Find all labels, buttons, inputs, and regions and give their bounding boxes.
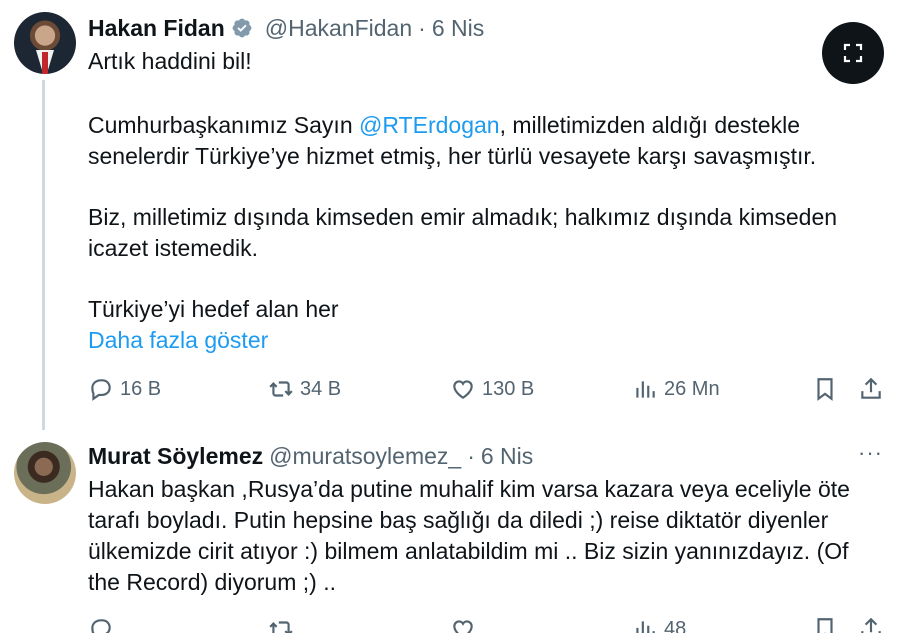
author-handle[interactable]: @HakanFidan — [265, 15, 412, 42]
tweet-text-line: Biz, milletimiz dışında kimseden emir al… — [88, 204, 838, 230]
separator: · — [467, 442, 475, 469]
reply-icon — [91, 619, 111, 633]
tweet-header: Hakan Fidan @HakanFidan · 6 Nis — [88, 14, 484, 42]
tweet-text-line: the Record) diyorum ;) .. — [88, 569, 336, 595]
tweet-actions: 16 B 34 B 130 B 26 Mn — [88, 376, 888, 406]
tweet-text-line: Türkiye’yi hedef alan her — [88, 296, 339, 322]
like-icon — [453, 620, 473, 633]
bookmark-icon — [817, 618, 833, 633]
verified-badge-icon — [231, 17, 253, 39]
thread-line — [42, 80, 45, 430]
retweet-icon — [269, 621, 293, 633]
views-button[interactable]: 48 — [632, 616, 686, 633]
author-name[interactable]: Murat Söylemez — [88, 443, 263, 470]
retweet-count: 34 B — [300, 377, 342, 400]
reply-button[interactable]: 16 B — [88, 376, 161, 402]
reply-count: 16 B — [120, 377, 162, 400]
separator: · — [418, 14, 426, 41]
retweet-icon — [269, 381, 293, 397]
like-icon — [453, 380, 473, 399]
tweet-actions: 48 — [88, 616, 888, 633]
tweet-text-line: Cumhurbaşkanımız Sayın @RTErdogan, mille… — [88, 110, 800, 141]
author-handle[interactable]: @muratsoylemez_ — [269, 443, 461, 470]
tweet-text-line: Artık haddini bil! — [88, 48, 252, 74]
tweet-text-line: Hakan başkan ,Rusya’da putine muhalif ki… — [88, 476, 850, 502]
share-icon — [861, 377, 881, 399]
tweet-date[interactable]: 6 Nis — [432, 15, 484, 42]
text-segment: , milletimizden aldığı destekle — [499, 112, 800, 138]
avatar[interactable] — [14, 12, 76, 74]
tweet-text-line: icazet istemedik. — [88, 235, 259, 261]
bookmark-button[interactable] — [812, 376, 838, 402]
author-name[interactable]: Hakan Fidan — [88, 15, 225, 42]
show-more-link[interactable]: Daha fazla göster — [88, 325, 268, 356]
views-icon — [636, 381, 655, 398]
tweet-hakan-fidan[interactable]: Hakan Fidan @HakanFidan · 6 Nis Artık ha… — [0, 0, 900, 430]
views-icon — [636, 621, 655, 633]
like-button[interactable]: 130 B — [450, 376, 534, 402]
avatar[interactable] — [14, 442, 76, 504]
reply-button[interactable] — [88, 616, 120, 633]
avatar-tie — [42, 52, 48, 74]
tweet-date[interactable]: 6 Nis — [481, 443, 533, 470]
share-button[interactable] — [858, 616, 884, 633]
like-count: 130 B — [482, 377, 535, 400]
mention-link[interactable]: @RTErdogan — [359, 112, 500, 138]
views-button[interactable]: 26 Mn — [632, 376, 720, 402]
reply-icon — [91, 379, 111, 401]
expand-button[interactable] — [822, 22, 884, 84]
expand-icon — [843, 43, 863, 63]
retweet-button[interactable] — [268, 616, 300, 633]
views-count: 26 Mn — [664, 377, 720, 400]
more-options-icon[interactable]: ··· — [858, 440, 883, 466]
tweet-text-line: senelerdir Türkiye’ye hizmet etmiş, her … — [88, 143, 817, 169]
bookmark-button[interactable] — [812, 616, 838, 633]
tweet-header: Murat Söylemez @muratsoylemez_ · 6 Nis — [88, 442, 533, 470]
views-count: 48 — [664, 617, 687, 633]
share-button[interactable] — [858, 376, 884, 402]
share-icon — [861, 617, 881, 633]
tweet-murat-soylemez[interactable]: Murat Söylemez @muratsoylemez_ · 6 Nis ·… — [0, 430, 900, 633]
text-segment: Cumhurbaşkanımız Sayın — [88, 112, 360, 138]
like-button[interactable] — [450, 616, 482, 633]
tweet-text-line: ülkemizde cirit atıyor :) bilmem anlatab… — [88, 538, 849, 564]
bookmark-icon — [817, 378, 833, 401]
tweet-text-line: tarafı boyladı. Putin hepsine baş sağlığ… — [88, 507, 829, 533]
retweet-button[interactable]: 34 B — [268, 376, 341, 402]
